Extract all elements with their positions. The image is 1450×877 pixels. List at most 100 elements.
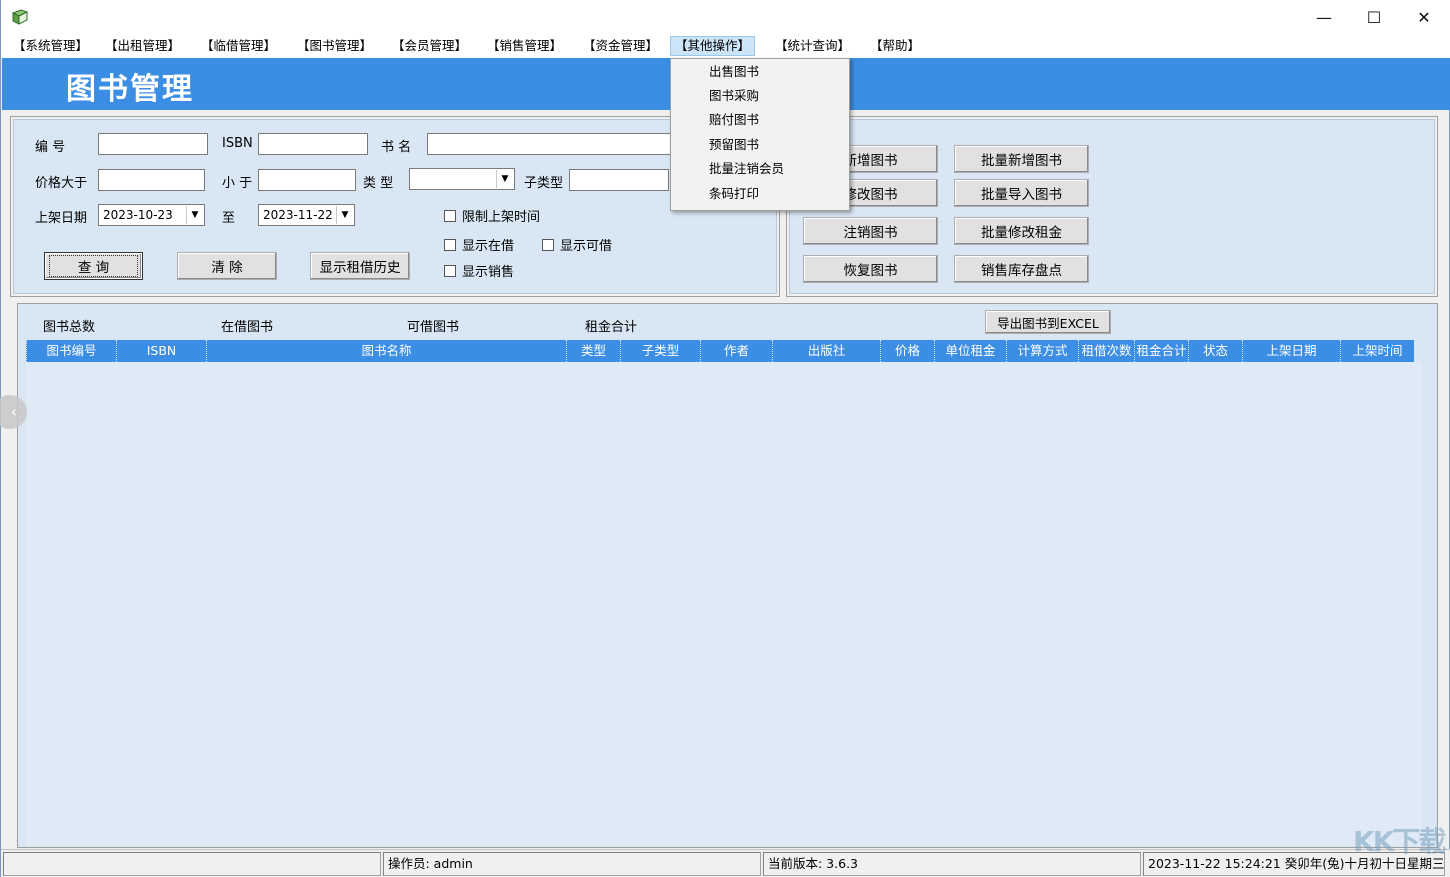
date-to-value: 2023-11-22 [263,208,333,222]
stock-check-button[interactable]: 销售库存盘点 [954,255,1089,283]
title-input[interactable] [427,133,677,155]
book-table-header: 图书编号 ISBN 图书名称 类型 子类型 作者 出版社 价格 单位租金 计算方… [26,340,1414,362]
results-panel: 图书总数 在借图书 可借图书 租金合计 导出图书到EXCEL 图书编号 ISBN… [17,303,1438,848]
menu-stats[interactable]: 【统计查询】 [771,36,854,56]
isbn-label: ISBN [222,136,253,151]
show-history-button[interactable]: 显示租借历史 [310,252,410,280]
menu-rental[interactable]: 【出租管理】 [101,36,184,56]
checkbox-box[interactable] [444,209,456,222]
minimize-button[interactable]: — [1299,0,1349,34]
col-type[interactable]: 类型 [566,340,620,362]
batch-import-button[interactable]: 批量导入图书 [954,179,1089,207]
show-available-checkbox[interactable]: 显示可借 [542,235,612,254]
menu-members[interactable]: 【会员管理】 [388,36,471,56]
stats-bar: 图书总数 在借图书 可借图书 租金合计 导出图书到EXCEL [18,304,1437,340]
page-title: 图书管理 [66,72,194,107]
chevron-down-icon[interactable]: ▼ [336,206,353,224]
menu-temp-loan[interactable]: 【临借管理】 [197,36,280,56]
col-rent-total[interactable]: 租金合计 [1134,340,1188,362]
col-price[interactable]: 价格 [880,340,934,362]
dropdown-item-reserve[interactable]: 预留图书 [709,134,759,156]
on-loan-books-label: 在借图书 [221,320,274,335]
date-to-label: 至 [222,211,236,226]
chevron-down-icon[interactable]: ▼ [186,206,203,224]
menu-sales[interactable]: 【销售管理】 [483,36,566,56]
dropdown-item-batch-cancel-members[interactable]: 批量注销会员 [709,158,784,180]
dropdown-item-sell-book[interactable]: 出售图书 [709,61,759,83]
menu-funds[interactable]: 【资金管理】 [579,36,662,56]
other-ops-dropdown: 出售图书 图书采购 赔付图书 预留图书 批量注销会员 条码打印 [670,58,850,211]
type-label: 类 型 [363,176,394,191]
menu-system[interactable]: 【系统管理】 [9,36,92,56]
checkbox-box[interactable] [444,264,456,277]
subtype-label: 子类型 [524,176,564,191]
price-max-input[interactable] [258,169,356,191]
col-isbn[interactable]: ISBN [116,340,206,362]
query-button-label: 查 询 [48,255,139,277]
operations-panel: 新增图书 修改图书 注销图书 恢复图书 批量新增图书 批量导入图书 批量修改租金… [786,116,1438,297]
col-book-id[interactable]: 图书编号 [26,340,116,362]
price-min-label: 价格大于 [35,176,88,191]
status-bar: 操作员: admin 当前版本: 3.6.3 2023-11-22 15:24:… [1,849,1450,877]
col-unit-rent[interactable]: 单位租金 [934,340,1006,362]
dropdown-item-purchase[interactable]: 图书采购 [709,85,759,107]
title-bar: — ☐ ✕ [1,0,1450,34]
show-available-label: 显示可借 [560,239,613,254]
book-app-icon [11,9,29,25]
limit-shelf-time-label: 限制上架时间 [462,210,541,225]
type-select[interactable]: ▼ [409,168,515,190]
rent-total-label: 租金合计 [585,320,638,335]
dropdown-item-barcode-print[interactable]: 条码打印 [709,183,759,205]
isbn-input[interactable] [258,133,368,155]
col-shelf-time[interactable]: 上架时间 [1340,340,1414,362]
search-panel: 编 号 ISBN 书 名 价格大于 小 于 类 型 ▼ 子类型 上架日期 202… [10,116,780,297]
price-min-input[interactable] [98,169,205,191]
total-books-label: 图书总数 [43,320,96,335]
date-from-value: 2023-10-23 [103,208,173,222]
menu-bar: 【系统管理】 【出租管理】 【临借管理】 【图书管理】 【会员管理】 【销售管理… [1,34,1450,58]
book-table-body[interactable] [26,362,1422,846]
col-publisher[interactable]: 出版社 [772,340,880,362]
status-cell-empty [3,852,381,876]
show-sold-checkbox[interactable]: 显示销售 [444,261,514,280]
date-from-picker[interactable]: 2023-10-23 ▼ [98,204,205,226]
limit-shelf-time-checkbox[interactable]: 限制上架时间 [444,206,540,225]
menu-other[interactable]: 【其他操作】 [670,36,756,56]
watermark-logo: KK下载 [1353,825,1446,858]
dropdown-item-compensate[interactable]: 赔付图书 [709,109,759,131]
cancel-book-button[interactable]: 注销图书 [803,217,938,245]
col-book-title[interactable]: 图书名称 [206,340,566,362]
date-from-label: 上架日期 [35,211,88,226]
status-operator: 操作员: admin [383,852,761,876]
col-subtype[interactable]: 子类型 [620,340,700,362]
chevron-down-icon[interactable]: ▼ [496,170,513,188]
show-on-loan-label: 显示在借 [462,239,515,254]
col-shelf-date[interactable]: 上架日期 [1242,340,1340,362]
checkbox-box[interactable] [542,238,554,251]
available-books-label: 可借图书 [407,320,460,335]
subtype-input[interactable] [569,169,669,191]
menu-books[interactable]: 【图书管理】 [293,36,376,56]
export-excel-button[interactable]: 导出图书到EXCEL [985,310,1111,334]
query-button[interactable]: 查 询 [44,252,143,280]
clear-button[interactable]: 清 除 [177,252,277,280]
col-rent-count[interactable]: 租借次数 [1078,340,1134,362]
col-author[interactable]: 作者 [700,340,772,362]
date-to-picker[interactable]: 2023-11-22 ▼ [258,204,355,226]
app-window: — ☐ ✕ 【系统管理】 【出租管理】 【临借管理】 【图书管理】 【会员管理】… [0,0,1450,877]
show-on-loan-checkbox[interactable]: 显示在借 [444,235,514,254]
col-calc-method[interactable]: 计算方式 [1006,340,1078,362]
restore-book-button[interactable]: 恢复图书 [803,255,938,283]
maximize-button[interactable]: ☐ [1349,0,1399,34]
id-label: 编 号 [35,140,66,155]
checkbox-box[interactable] [444,238,456,251]
show-sold-label: 显示销售 [462,265,515,280]
batch-rent-button[interactable]: 批量修改租金 [954,217,1089,245]
col-status[interactable]: 状态 [1188,340,1242,362]
status-version: 当前版本: 3.6.3 [763,852,1141,876]
menu-help[interactable]: 【帮助】 [866,36,924,56]
batch-add-button[interactable]: 批量新增图书 [954,145,1089,173]
id-input[interactable] [98,133,208,155]
close-button[interactable]: ✕ [1399,0,1449,34]
price-max-label: 小 于 [222,176,253,191]
